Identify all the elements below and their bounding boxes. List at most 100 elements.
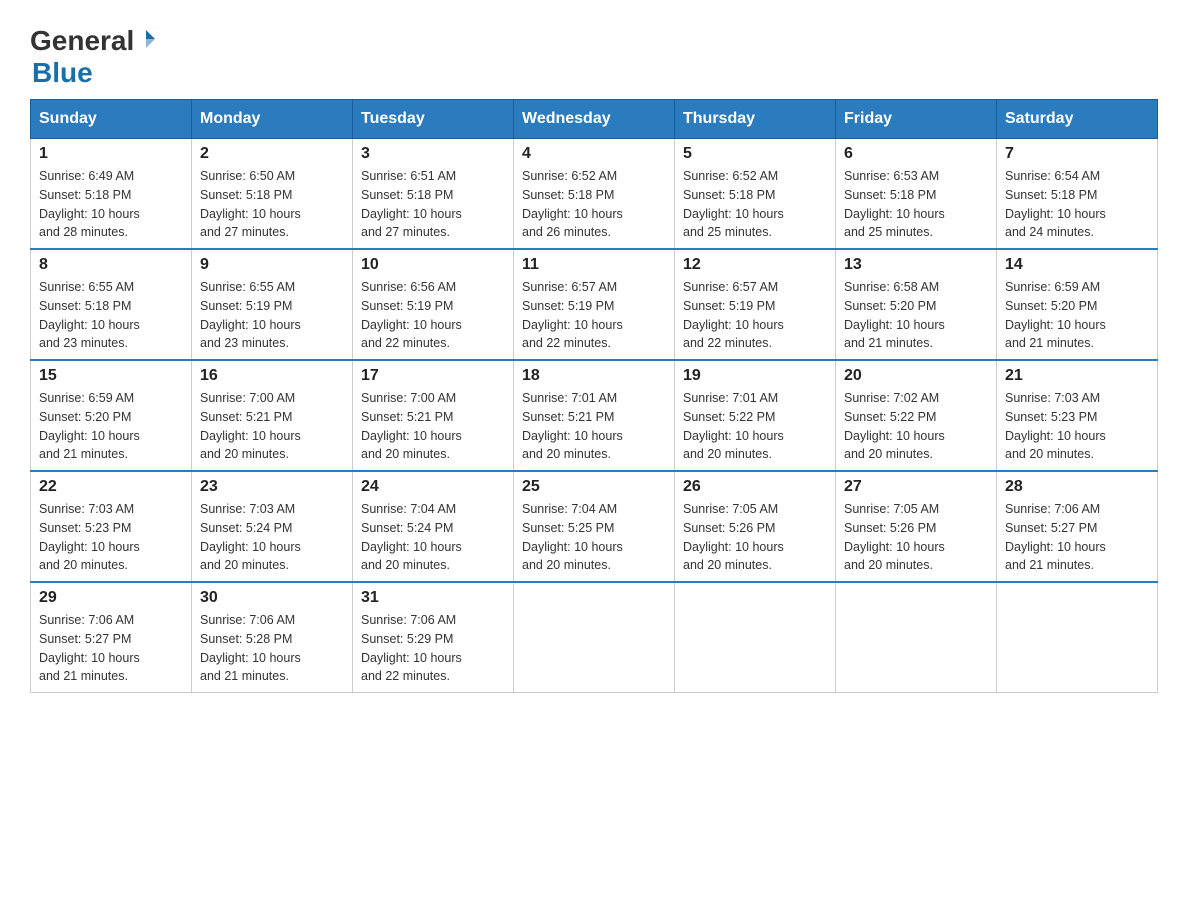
day-info: Sunrise: 7:03 AMSunset: 5:24 PMDaylight:… [200, 500, 344, 575]
day-info: Sunrise: 6:52 AMSunset: 5:18 PMDaylight:… [522, 167, 666, 242]
day-info: Sunrise: 7:00 AMSunset: 5:21 PMDaylight:… [200, 389, 344, 464]
logo-flag-icon [135, 28, 157, 50]
calendar-cell: 4 Sunrise: 6:52 AMSunset: 5:18 PMDaylight… [514, 139, 675, 250]
calendar-cell: 18 Sunrise: 7:01 AMSunset: 5:21 PMDayligh… [514, 360, 675, 471]
day-info: Sunrise: 7:06 AMSunset: 5:27 PMDaylight:… [1005, 500, 1149, 575]
calendar-cell: 1 Sunrise: 6:49 AMSunset: 5:18 PMDaylight… [31, 139, 192, 250]
day-number: 14 [1005, 256, 1149, 274]
day-number: 6 [844, 145, 988, 163]
day-info: Sunrise: 7:02 AMSunset: 5:22 PMDaylight:… [844, 389, 988, 464]
day-of-week-header: Tuesday [353, 100, 514, 139]
day-info: Sunrise: 7:04 AMSunset: 5:24 PMDaylight:… [361, 500, 505, 575]
day-of-week-header: Sunday [31, 100, 192, 139]
calendar-table: SundayMondayTuesdayWednesdayThursdayFrid… [30, 99, 1158, 693]
calendar-cell: 26 Sunrise: 7:05 AMSunset: 5:26 PMDayligh… [675, 471, 836, 582]
calendar-cell: 27 Sunrise: 7:05 AMSunset: 5:26 PMDayligh… [836, 471, 997, 582]
day-number: 12 [683, 256, 827, 274]
day-number: 24 [361, 478, 505, 496]
calendar-cell: 20 Sunrise: 7:02 AMSunset: 5:22 PMDayligh… [836, 360, 997, 471]
calendar-week-row: 8 Sunrise: 6:55 AMSunset: 5:18 PMDaylight… [31, 249, 1158, 360]
calendar-cell: 14 Sunrise: 6:59 AMSunset: 5:20 PMDayligh… [997, 249, 1158, 360]
logo: General Blue [30, 25, 158, 89]
day-number: 21 [1005, 367, 1149, 385]
day-of-week-header: Monday [192, 100, 353, 139]
calendar-cell: 25Sunrise: 7:04 AMSunset: 5:25 PMDayligh… [514, 471, 675, 582]
day-number: 8 [39, 256, 183, 274]
day-number: 30 [200, 589, 344, 607]
calendar-cell: 24 Sunrise: 7:04 AMSunset: 5:24 PMDayligh… [353, 471, 514, 582]
day-number: 29 [39, 589, 183, 607]
day-number: 19 [683, 367, 827, 385]
day-info: Sunrise: 7:05 AMSunset: 5:26 PMDaylight:… [683, 500, 827, 575]
calendar-cell: 16 Sunrise: 7:00 AMSunset: 5:21 PMDayligh… [192, 360, 353, 471]
page-header: General Blue [30, 20, 1158, 89]
calendar-cell: 21 Sunrise: 7:03 AMSunset: 5:23 PMDayligh… [997, 360, 1158, 471]
calendar-cell [675, 582, 836, 693]
calendar-header-row: SundayMondayTuesdayWednesdayThursdayFrid… [31, 100, 1158, 139]
day-info: Sunrise: 6:49 AMSunset: 5:18 PMDaylight:… [39, 167, 183, 242]
day-info: Sunrise: 7:01 AMSunset: 5:22 PMDaylight:… [683, 389, 827, 464]
calendar-cell: 13Sunrise: 6:58 AMSunset: 5:20 PMDayligh… [836, 249, 997, 360]
day-info: Sunrise: 6:50 AMSunset: 5:18 PMDaylight:… [200, 167, 344, 242]
day-info: Sunrise: 6:53 AMSunset: 5:18 PMDaylight:… [844, 167, 988, 242]
day-number: 27 [844, 478, 988, 496]
day-info: Sunrise: 7:01 AMSunset: 5:21 PMDaylight:… [522, 389, 666, 464]
day-info: Sunrise: 6:56 AMSunset: 5:19 PMDaylight:… [361, 278, 505, 353]
calendar-cell: 31 Sunrise: 7:06 AMSunset: 5:29 PMDayligh… [353, 582, 514, 693]
calendar-cell: 12Sunrise: 6:57 AMSunset: 5:19 PMDayligh… [675, 249, 836, 360]
day-number: 1 [39, 145, 183, 163]
day-number: 31 [361, 589, 505, 607]
day-info: Sunrise: 6:55 AMSunset: 5:18 PMDaylight:… [39, 278, 183, 353]
day-info: Sunrise: 7:05 AMSunset: 5:26 PMDaylight:… [844, 500, 988, 575]
day-number: 16 [200, 367, 344, 385]
day-number: 25 [522, 478, 666, 496]
calendar-cell: 19 Sunrise: 7:01 AMSunset: 5:22 PMDayligh… [675, 360, 836, 471]
calendar-cell: 23 Sunrise: 7:03 AMSunset: 5:24 PMDayligh… [192, 471, 353, 582]
day-of-week-header: Saturday [997, 100, 1158, 139]
day-number: 17 [361, 367, 505, 385]
calendar-cell: 22 Sunrise: 7:03 AMSunset: 5:23 PMDayligh… [31, 471, 192, 582]
calendar-cell: 11Sunrise: 6:57 AMSunset: 5:19 PMDayligh… [514, 249, 675, 360]
day-info: Sunrise: 7:06 AMSunset: 5:29 PMDaylight:… [361, 611, 505, 686]
day-info: Sunrise: 7:06 AMSunset: 5:28 PMDaylight:… [200, 611, 344, 686]
calendar-cell: 5Sunrise: 6:52 AMSunset: 5:18 PMDaylight… [675, 139, 836, 250]
day-info: Sunrise: 6:51 AMSunset: 5:18 PMDaylight:… [361, 167, 505, 242]
day-number: 26 [683, 478, 827, 496]
day-info: Sunrise: 7:00 AMSunset: 5:21 PMDaylight:… [361, 389, 505, 464]
calendar-cell: 10 Sunrise: 6:56 AMSunset: 5:19 PMDayligh… [353, 249, 514, 360]
calendar-week-row: 15Sunrise: 6:59 AMSunset: 5:20 PMDayligh… [31, 360, 1158, 471]
calendar-cell [836, 582, 997, 693]
day-info: Sunrise: 6:54 AMSunset: 5:18 PMDaylight:… [1005, 167, 1149, 242]
logo-blue-text: Blue [32, 57, 93, 89]
day-of-week-header: Thursday [675, 100, 836, 139]
day-number: 5 [683, 145, 827, 163]
day-info: Sunrise: 6:59 AMSunset: 5:20 PMDaylight:… [1005, 278, 1149, 353]
day-number: 22 [39, 478, 183, 496]
day-of-week-header: Wednesday [514, 100, 675, 139]
calendar-cell: 9Sunrise: 6:55 AMSunset: 5:19 PMDaylight… [192, 249, 353, 360]
day-info: Sunrise: 6:59 AMSunset: 5:20 PMDaylight:… [39, 389, 183, 464]
day-info: Sunrise: 7:03 AMSunset: 5:23 PMDaylight:… [39, 500, 183, 575]
day-info: Sunrise: 6:58 AMSunset: 5:20 PMDaylight:… [844, 278, 988, 353]
day-number: 18 [522, 367, 666, 385]
day-number: 11 [522, 256, 666, 274]
calendar-cell: 6 Sunrise: 6:53 AMSunset: 5:18 PMDaylight… [836, 139, 997, 250]
day-of-week-header: Friday [836, 100, 997, 139]
calendar-cell: 17 Sunrise: 7:00 AMSunset: 5:21 PMDayligh… [353, 360, 514, 471]
calendar-week-row: 1 Sunrise: 6:49 AMSunset: 5:18 PMDaylight… [31, 139, 1158, 250]
calendar-cell [514, 582, 675, 693]
day-number: 9 [200, 256, 344, 274]
calendar-cell: 15Sunrise: 6:59 AMSunset: 5:20 PMDayligh… [31, 360, 192, 471]
day-info: Sunrise: 7:03 AMSunset: 5:23 PMDaylight:… [1005, 389, 1149, 464]
calendar-cell [997, 582, 1158, 693]
day-number: 23 [200, 478, 344, 496]
calendar-cell: 2Sunrise: 6:50 AMSunset: 5:18 PMDaylight… [192, 139, 353, 250]
day-number: 7 [1005, 145, 1149, 163]
day-number: 4 [522, 145, 666, 163]
calendar-cell: 29Sunrise: 7:06 AMSunset: 5:27 PMDayligh… [31, 582, 192, 693]
calendar-week-row: 22 Sunrise: 7:03 AMSunset: 5:23 PMDayligh… [31, 471, 1158, 582]
calendar-week-row: 29Sunrise: 7:06 AMSunset: 5:27 PMDayligh… [31, 582, 1158, 693]
day-number: 20 [844, 367, 988, 385]
calendar-cell: 7 Sunrise: 6:54 AMSunset: 5:18 PMDaylight… [997, 139, 1158, 250]
day-number: 10 [361, 256, 505, 274]
